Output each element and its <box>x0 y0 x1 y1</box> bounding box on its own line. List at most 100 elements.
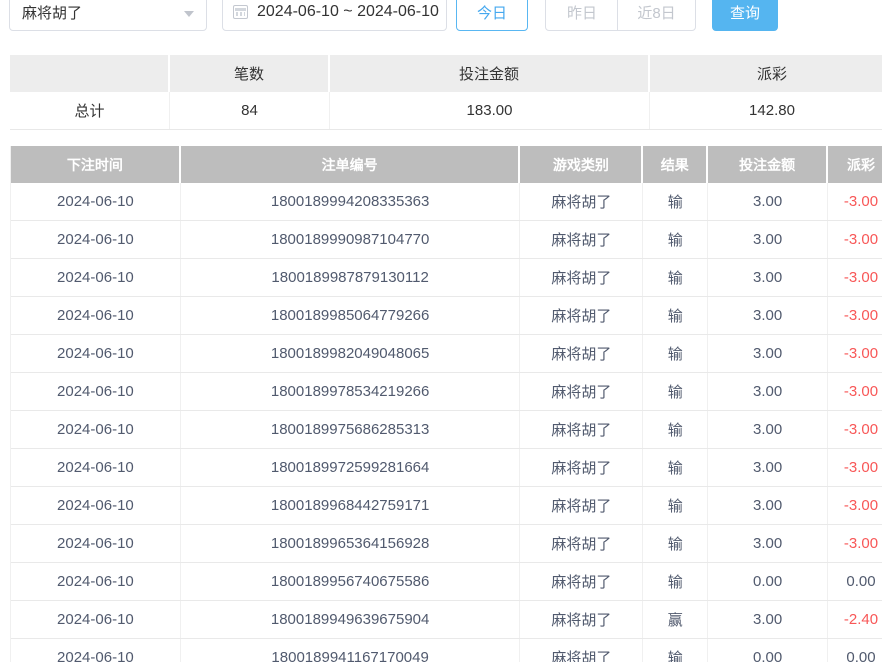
table-row: 2024-06-101800189965364156928麻将胡了输3.00-3… <box>11 525 882 563</box>
yesterday-button[interactable]: 昨日 <box>545 0 619 31</box>
cell-payout: -3.00 <box>828 221 882 258</box>
cell-bet-amount: 0.00 <box>708 563 828 600</box>
table-row: 2024-06-101800189941167170049麻将胡了输0.000.… <box>11 639 882 662</box>
cell-result: 输 <box>643 297 708 334</box>
cell-order-no: 1800189941167170049 <box>181 639 521 662</box>
table-row: 2024-06-101800189956740675586麻将胡了输0.000.… <box>11 563 882 601</box>
table-row: 2024-06-101800189994208335363麻将胡了输3.00-3… <box>11 183 882 221</box>
cell-order-no: 1800189982049048065 <box>181 335 521 372</box>
summary-total-bet-amount: 183.00 <box>330 92 650 129</box>
cell-result: 输 <box>643 639 708 662</box>
summary-total-count: 84 <box>170 92 330 129</box>
cell-payout: -3.00 <box>828 487 882 524</box>
cell-game-type: 麻将胡了 <box>520 297 643 334</box>
cell-payout: -3.00 <box>828 411 882 448</box>
cell-bet-amount: 3.00 <box>708 411 828 448</box>
table-body: 2024-06-101800189994208335363麻将胡了输3.00-3… <box>11 183 882 662</box>
cell-result: 输 <box>643 335 708 372</box>
cell-order-no: 1800189990987104770 <box>181 221 521 258</box>
cell-bet-time: 2024-06-10 <box>11 335 181 372</box>
cell-order-no: 1800189994208335363 <box>181 183 521 220</box>
summary-header-payout: 派彩 <box>650 55 882 92</box>
header-order-no: 注单编号 <box>181 146 521 183</box>
table-header-row: 下注时间 注单编号 游戏类别 结果 投注金额 派彩 <box>11 146 882 183</box>
table-row: 2024-06-101800189982049048065麻将胡了输3.00-3… <box>11 335 882 373</box>
cell-payout: -3.00 <box>828 183 882 220</box>
cell-result: 输 <box>643 373 708 410</box>
table-row: 2024-06-101800189972599281664麻将胡了输3.00-3… <box>11 449 882 487</box>
cell-game-type: 麻将胡了 <box>520 639 643 662</box>
cell-payout: -2.40 <box>828 601 882 638</box>
cell-payout: -3.00 <box>828 525 882 562</box>
cell-payout: 0.00 <box>828 639 882 662</box>
cell-bet-time: 2024-06-10 <box>11 487 181 524</box>
cell-bet-amount: 3.00 <box>708 297 828 334</box>
game-select[interactable]: 麻将胡了 <box>9 0 207 31</box>
cell-game-type: 麻将胡了 <box>520 563 643 600</box>
cell-result: 输 <box>643 221 708 258</box>
cell-game-type: 麻将胡了 <box>520 601 643 638</box>
cell-order-no: 1800189965364156928 <box>181 525 521 562</box>
table-row: 2024-06-101800189978534219266麻将胡了输3.00-3… <box>11 373 882 411</box>
header-game-type: 游戏类别 <box>520 146 643 183</box>
cell-game-type: 麻将胡了 <box>520 449 643 486</box>
header-bet-amount: 投注金额 <box>708 146 828 183</box>
last-8-days-button[interactable]: 近8日 <box>617 0 696 31</box>
cell-payout: -3.00 <box>828 297 882 334</box>
cell-game-type: 麻将胡了 <box>520 259 643 296</box>
summary-total-payout: 142.80 <box>650 92 882 129</box>
bet-records-page: 麻将胡了 2024-06-10 ~ 2024-06-10 今日 昨日 近8日 查… <box>0 0 882 662</box>
cell-game-type: 麻将胡了 <box>520 411 643 448</box>
cell-bet-time: 2024-06-10 <box>11 563 181 600</box>
cell-payout: -3.00 <box>828 449 882 486</box>
cell-game-type: 麻将胡了 <box>520 373 643 410</box>
summary-total-row: 总计 84 183.00 142.80 <box>10 92 882 130</box>
cell-bet-amount: 3.00 <box>708 259 828 296</box>
table-row: 2024-06-101800189968442759171麻将胡了输3.00-3… <box>11 487 882 525</box>
table-row: 2024-06-101800189987879130112麻将胡了输3.00-3… <box>11 259 882 297</box>
query-button[interactable]: 查询 <box>712 0 778 31</box>
cell-bet-amount: 3.00 <box>708 221 828 258</box>
cell-payout: -3.00 <box>828 373 882 410</box>
date-range-value: 2024-06-10 ~ 2024-06-10 <box>257 3 439 21</box>
cell-bet-amount: 3.00 <box>708 525 828 562</box>
cell-bet-amount: 3.00 <box>708 373 828 410</box>
cell-result: 输 <box>643 183 708 220</box>
chevron-down-icon <box>184 11 194 17</box>
cell-bet-time: 2024-06-10 <box>11 449 181 486</box>
cell-game-type: 麻将胡了 <box>520 487 643 524</box>
cell-order-no: 1800189968442759171 <box>181 487 521 524</box>
cell-payout: 0.00 <box>828 563 882 600</box>
cell-bet-time: 2024-06-10 <box>11 297 181 334</box>
cell-bet-amount: 3.00 <box>708 335 828 372</box>
cell-order-no: 1800189956740675586 <box>181 563 521 600</box>
cell-result: 输 <box>643 563 708 600</box>
table-row: 2024-06-101800189985064779266麻将胡了输3.00-3… <box>11 297 882 335</box>
cell-bet-amount: 3.00 <box>708 487 828 524</box>
cell-result: 输 <box>643 525 708 562</box>
table-row: 2024-06-101800189975686285313麻将胡了输3.00-3… <box>11 411 882 449</box>
date-range-input[interactable]: 2024-06-10 ~ 2024-06-10 <box>222 0 447 31</box>
cell-payout: -3.00 <box>828 335 882 372</box>
calendar-icon <box>233 5 248 19</box>
today-button[interactable]: 今日 <box>456 0 528 31</box>
cell-result: 输 <box>643 411 708 448</box>
summary-header-bet-amount: 投注金额 <box>330 55 650 92</box>
game-select-value: 麻将胡了 <box>22 2 184 23</box>
header-payout: 派彩 <box>828 146 882 183</box>
cell-game-type: 麻将胡了 <box>520 183 643 220</box>
cell-bet-time: 2024-06-10 <box>11 639 181 662</box>
cell-payout: -3.00 <box>828 259 882 296</box>
cell-bet-time: 2024-06-10 <box>11 411 181 448</box>
cell-bet-time: 2024-06-10 <box>11 373 181 410</box>
cell-bet-time: 2024-06-10 <box>11 183 181 220</box>
cell-order-no: 1800189987879130112 <box>181 259 521 296</box>
summary-header-blank <box>10 55 170 92</box>
cell-game-type: 麻将胡了 <box>520 335 643 372</box>
cell-result: 输 <box>643 487 708 524</box>
summary-total-label: 总计 <box>10 92 170 129</box>
cell-bet-time: 2024-06-10 <box>11 221 181 258</box>
cell-bet-amount: 3.00 <box>708 183 828 220</box>
cell-order-no: 1800189985064779266 <box>181 297 521 334</box>
cell-bet-amount: 3.00 <box>708 449 828 486</box>
